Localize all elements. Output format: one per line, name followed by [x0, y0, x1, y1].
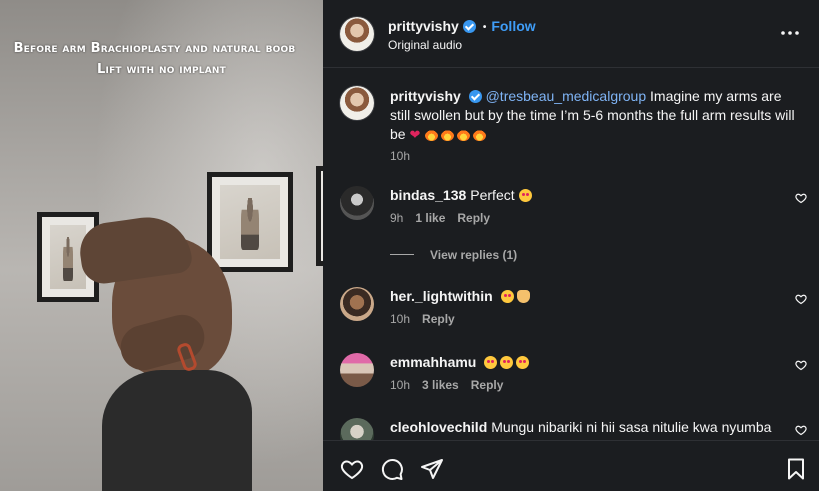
commenter-avatar[interactable]: [340, 418, 374, 440]
wall-frame: [316, 166, 323, 266]
star-struck-icon: [500, 356, 514, 369]
caption-username[interactable]: prittyvishy: [390, 88, 461, 104]
share-icon[interactable]: [420, 457, 444, 481]
post-panel: prittyvishy • Follow Original audio pritty…: [323, 0, 819, 491]
comment-meta: 9h 1 like Reply: [390, 211, 502, 225]
fire-icon: [473, 128, 487, 141]
view-replies-button[interactable]: View replies (1): [390, 248, 517, 262]
like-comment-icon[interactable]: [795, 359, 807, 371]
comment-text: bindas_138 Perfect: [390, 186, 785, 204]
more-options-icon[interactable]: [778, 25, 802, 43]
comment-meta: 10h 3 likes Reply: [390, 378, 515, 392]
audio-link[interactable]: Original audio: [388, 38, 462, 52]
commenter-avatar[interactable]: [340, 287, 374, 321]
comment-text: cleohlovechild Mungu nibariki ni hii sasa…: [390, 418, 785, 436]
star-struck-icon: [484, 356, 498, 369]
reply-button[interactable]: Reply: [457, 211, 490, 225]
commenter-username[interactable]: her._lightwithin: [390, 288, 493, 304]
comment-text: her._lightwithin: [390, 287, 785, 305]
caption-text: prittyvishy @tresbeau_medicalgroup Imagi…: [390, 87, 800, 144]
fire-icon: [441, 128, 455, 141]
commenter-avatar[interactable]: [340, 353, 374, 387]
like-comment-icon[interactable]: [795, 424, 807, 436]
red-heart-icon: [409, 125, 422, 144]
heart-icon[interactable]: [340, 457, 364, 481]
fire-icon: [457, 128, 471, 141]
waving-hand-icon: [516, 290, 530, 303]
post-media[interactable]: Before arm Brachioplasty and natural boo…: [0, 0, 323, 491]
author-name-row: prittyvishy • Follow: [388, 18, 536, 34]
commenter-username[interactable]: emmahhamu: [390, 354, 476, 370]
divider-line: [390, 254, 414, 255]
post-actions-bar: [323, 440, 819, 491]
caption-author-avatar[interactable]: [340, 86, 374, 120]
comment-text: emmahhamu: [390, 353, 785, 371]
separator-dot: •: [482, 22, 487, 33]
view-replies-label: View replies (1): [430, 248, 518, 262]
star-struck-icon: [500, 290, 514, 303]
star-struck-icon: [516, 356, 530, 369]
comment-item: emmahhamu 10h 3 likes Reply: [323, 353, 819, 413]
star-struck-icon: [518, 189, 532, 202]
comment-item: her._lightwithin 10h Reply: [323, 287, 819, 347]
comment-body: Mungu nibariki ni hii sasa nitulie kwa n…: [491, 419, 772, 435]
follow-button[interactable]: Follow: [491, 18, 535, 34]
fire-icon: [425, 128, 439, 141]
caption-mention-link[interactable]: @tresbeau_medicalgroup: [486, 88, 647, 104]
comment-item: cleohlovechild Mungu nibariki ni hii sasa…: [323, 418, 819, 440]
comment-icon[interactable]: [380, 457, 404, 481]
video-caption-line2: Lift with no implant: [97, 62, 226, 77]
comment-likes[interactable]: 1 like: [415, 211, 445, 225]
video-caption: Before arm Brachioplasty and natural boo…: [0, 38, 323, 80]
commenter-username[interactable]: cleohlovechild: [390, 419, 487, 435]
comment-meta: 10h Reply: [390, 312, 467, 326]
comment-timestamp[interactable]: 10h: [390, 378, 410, 392]
like-comment-icon[interactable]: [795, 192, 807, 204]
video-caption-line1: Before arm Brachioplasty and natural boo…: [13, 41, 296, 56]
verified-badge-icon: [462, 20, 476, 33]
comment-body: Perfect: [470, 187, 515, 203]
person-figure: [72, 211, 262, 491]
comment-item: bindas_138 Perfect 9h 1 like Reply: [323, 186, 819, 246]
bookmark-icon[interactable]: [784, 457, 808, 481]
post-header: prittyvishy • Follow Original audio: [323, 0, 819, 68]
reply-button[interactable]: Reply: [422, 312, 455, 326]
verified-badge-icon: [468, 90, 482, 103]
author-username[interactable]: prittyvishy: [388, 18, 459, 34]
author-avatar[interactable]: [340, 17, 374, 51]
comment-timestamp[interactable]: 10h: [390, 312, 410, 326]
comment-timestamp[interactable]: 9h: [390, 211, 403, 225]
like-comment-icon[interactable]: [795, 293, 807, 305]
caption-timestamp[interactable]: 10h: [390, 149, 410, 163]
comments-scroll-area[interactable]: prittyvishy @tresbeau_medicalgroup Imagi…: [323, 69, 819, 440]
reply-button[interactable]: Reply: [471, 378, 504, 392]
commenter-avatar[interactable]: [340, 186, 374, 220]
commenter-username[interactable]: bindas_138: [390, 187, 466, 203]
comment-likes[interactable]: 3 likes: [422, 378, 459, 392]
